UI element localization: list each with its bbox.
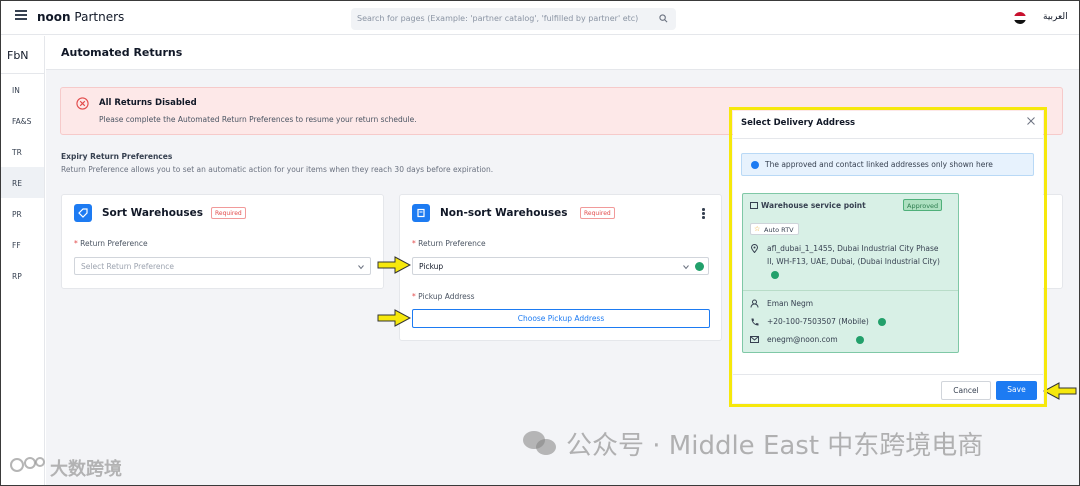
watermark-logo-icon xyxy=(10,457,45,472)
language-switch[interactable]: العربية xyxy=(1043,12,1068,22)
contact-name: Eman Negm xyxy=(767,299,814,308)
phone-icon xyxy=(751,318,759,326)
user-icon xyxy=(750,299,759,308)
sidebar-item-pr[interactable]: PR xyxy=(1,198,44,229)
annotation-arrow-icon xyxy=(377,256,411,274)
chevron-down-icon xyxy=(358,265,364,270)
annotation-arrow-icon xyxy=(1043,382,1077,400)
location-pin-icon xyxy=(750,244,759,253)
top-bar: noon Partners Search for pages (Example:… xyxy=(1,1,1079,35)
sort-return-preference-select[interactable]: Select Return Preference xyxy=(74,257,371,275)
search-placeholder: Search for pages (Example: 'partner cata… xyxy=(357,14,639,23)
contact-email: enegm@noon.com xyxy=(767,335,838,344)
sidebar-item-ff[interactable]: FF xyxy=(1,229,44,260)
mail-icon xyxy=(750,336,759,343)
alert-text: Please complete the Automated Return Pre… xyxy=(99,115,417,124)
watermark-left: 大数跨境 xyxy=(50,459,122,480)
info-icon xyxy=(751,161,759,169)
search-icon[interactable] xyxy=(659,14,668,23)
close-icon[interactable] xyxy=(1027,117,1035,125)
sidebar-item-tr[interactable]: TR xyxy=(1,136,44,167)
save-button[interactable]: Save xyxy=(996,381,1037,400)
uae-flag-icon[interactable] xyxy=(1014,12,1026,24)
sort-warehouses-title: Sort Warehouses xyxy=(102,207,204,219)
modal-footer-divider xyxy=(733,374,1043,375)
address-line-1: afl_dubai_1_1455, Dubai Industrial City … xyxy=(767,244,939,253)
watermark-right: 公众号 · Middle East 中东跨境电商 xyxy=(566,431,984,461)
approved-badge: Approved xyxy=(903,199,943,211)
more-options-icon[interactable] xyxy=(702,208,706,220)
pickup-address-label: * Pickup Address xyxy=(412,292,475,301)
page-header: Automated Returns xyxy=(46,36,1079,70)
choose-pickup-address-button[interactable]: Choose Pickup Address xyxy=(412,309,710,328)
required-badge: Required xyxy=(580,207,615,219)
nonsort-warehouses-card: Non-sort Warehouses Required * Return Pr… xyxy=(399,194,722,341)
annotation-arrow-icon xyxy=(377,309,411,327)
address-card[interactable]: Warehouse service point Approved ☆ Auto R… xyxy=(742,193,959,353)
modal-divider xyxy=(733,138,1043,139)
box-icon xyxy=(412,204,430,222)
check-circle-icon xyxy=(695,262,704,271)
return-preference-label: * Return Preference xyxy=(412,239,486,248)
warehouse-icon xyxy=(750,202,758,209)
sidebar-item-rp[interactable]: RP xyxy=(1,260,44,291)
alert-title: All Returns Disabled xyxy=(99,98,197,108)
address-line-2: II, WH-F13, UAE, Dubai, (Dubai Industria… xyxy=(767,257,940,266)
select-delivery-address-modal: Select Delivery Address The approved and… xyxy=(733,111,1043,403)
address-divider xyxy=(743,290,958,291)
info-banner: The approved and contact linked addresse… xyxy=(741,153,1034,176)
cancel-button[interactable]: Cancel xyxy=(941,381,991,400)
sidebar-item-in[interactable]: IN xyxy=(1,74,44,105)
auto-rtv-tag: ☆ Auto RTV xyxy=(750,223,799,235)
brand-logo[interactable]: noon Partners xyxy=(37,10,124,24)
expiry-section-description: Return Preference allows you to set an a… xyxy=(61,165,494,174)
contact-phone: +20-100-7503507 (Mobile) xyxy=(767,317,869,326)
required-badge: Required xyxy=(211,207,246,219)
hamburger-menu-icon[interactable] xyxy=(15,10,27,22)
expiry-section-title: Expiry Return Preferences xyxy=(61,152,173,161)
sidebar-header: FbN xyxy=(1,36,44,74)
sidebar-item-fas[interactable]: FA&S xyxy=(1,105,44,136)
error-circle-icon xyxy=(76,97,89,110)
modal-title: Select Delivery Address xyxy=(741,118,856,128)
check-circle-icon xyxy=(856,336,864,344)
star-icon: ☆ xyxy=(754,225,761,233)
nonsort-warehouses-title: Non-sort Warehouses xyxy=(440,207,568,219)
check-circle-icon xyxy=(878,318,886,326)
return-preference-label: * Return Preference xyxy=(74,239,148,248)
check-circle-icon xyxy=(771,271,779,279)
sort-warehouses-card: Sort Warehouses Required * Return Prefer… xyxy=(61,194,384,289)
address-name: Warehouse service point xyxy=(761,201,866,210)
sidebar: FbN IN FA&S TR RE PR FF RP xyxy=(1,36,45,485)
sidebar-item-re[interactable]: RE xyxy=(1,167,44,198)
tag-icon xyxy=(74,204,92,222)
search-input[interactable]: Search for pages (Example: 'partner cata… xyxy=(351,8,676,30)
wechat-logo-icon xyxy=(523,431,556,455)
nonsort-return-preference-select[interactable]: Pickup xyxy=(412,257,709,275)
chevron-down-icon xyxy=(683,265,689,270)
page-title: Automated Returns xyxy=(61,46,183,59)
